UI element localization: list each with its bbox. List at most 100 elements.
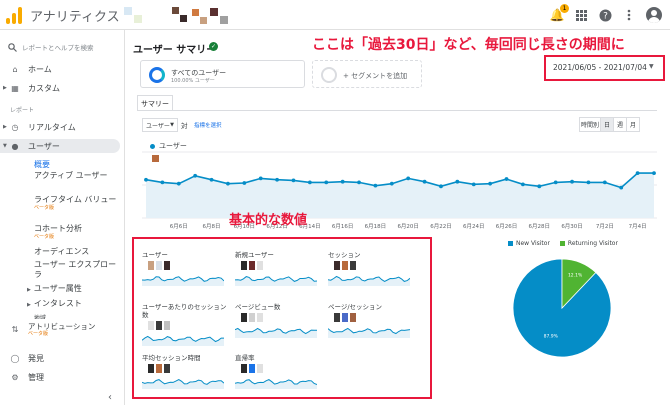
metric-tile[interactable]: 平均セッション時間 — [141, 354, 232, 391]
tab-summary[interactable]: サマリー — [137, 95, 173, 111]
sidebar-search[interactable]: レポートとヘルプを検索 — [8, 40, 120, 54]
date-range-picker[interactable]: 2021/06/05 - 2021/07/04 — [553, 63, 647, 72]
users-data-point[interactable] — [553, 180, 558, 185]
metric-select[interactable]: ユーザー ▼ — [142, 118, 178, 132]
sidebar-item-interests[interactable]: ▶ インタレスト — [27, 299, 122, 310]
help-icon[interactable]: ? — [598, 8, 612, 22]
metric-tile[interactable]: ユーザー — [141, 251, 232, 288]
users-data-point[interactable] — [340, 179, 345, 184]
gear-icon: ⚙ — [11, 372, 19, 382]
users-data-point[interactable] — [471, 182, 476, 187]
users-data-point[interactable] — [602, 180, 607, 185]
more-vert-icon[interactable] — [622, 8, 636, 22]
metric-sparkline — [141, 379, 225, 389]
app-name[interactable]: アナリティクス — [30, 6, 120, 25]
sidebar-item-active-users[interactable]: アクティブ ユーザー — [34, 171, 122, 181]
sidebar-item-home[interactable]: ⌂ ホーム — [0, 62, 124, 76]
granularity-week[interactable]: 週 — [613, 117, 627, 132]
pie-legend: New Visitor Returning Visitor — [508, 240, 618, 247]
metric-tile[interactable]: 新規ユーザー — [234, 251, 325, 288]
sidebar-item-audiences[interactable]: オーディエンス — [34, 247, 122, 257]
metric-tile[interactable]: ページビュー数 — [234, 303, 325, 340]
account-avatar[interactable] — [646, 7, 662, 23]
sidebar-item-lifetime-value[interactable]: ライフタイム バリュー ベータ版 — [34, 195, 122, 211]
notifications-bell-icon[interactable]: 🔔 1 — [550, 4, 569, 22]
metric-sparkline — [234, 379, 318, 389]
metric-tile-label: 直帰率 — [235, 354, 255, 362]
users-data-point[interactable] — [389, 181, 394, 186]
metric-sparkline — [234, 327, 318, 338]
annotation-date-range: ここは「過去30日」など、毎回同じ長さの期間に — [312, 37, 625, 53]
analytics-logo-icon[interactable] — [6, 6, 24, 24]
users-data-point[interactable] — [291, 178, 296, 183]
metric-tile[interactable]: ページ/セッション — [327, 303, 418, 340]
sidebar-item-user-explorer[interactable]: ユーザー エクスプローラ — [34, 260, 122, 280]
x-tick-label: 6月26日 — [496, 223, 517, 230]
vs-label: 対 — [181, 122, 188, 130]
apps-grid-icon[interactable] — [574, 8, 588, 22]
users-data-point[interactable] — [504, 177, 509, 181]
x-tick-label: 7月4日 — [629, 223, 647, 230]
users-data-point[interactable] — [406, 176, 411, 181]
segment-all-users[interactable]: すべてのユーザー 100.00% ユーザー — [140, 60, 305, 88]
sidebar-item-geo[interactable]: ▶地域 — [34, 314, 122, 319]
sidebar-item-admin[interactable]: ⚙ 管理 — [0, 370, 124, 384]
home-icon: ⌂ — [12, 64, 18, 74]
sidebar-item-audience[interactable]: ▼ ● ユーザー — [0, 139, 120, 153]
users-data-point[interactable] — [193, 173, 198, 178]
collapse-sidebar-icon[interactable]: ‹ — [108, 392, 112, 403]
metric-value-redacted — [235, 313, 325, 323]
users-data-point[interactable] — [160, 180, 165, 185]
users-data-point[interactable] — [652, 171, 656, 176]
users-data-point[interactable] — [455, 179, 460, 184]
users-data-point[interactable] — [635, 171, 640, 176]
users-data-point[interactable] — [521, 182, 525, 187]
metric-value-redacted — [235, 364, 325, 374]
sidebar-item-realtime[interactable]: ▶ ◷ リアルタイム — [0, 120, 124, 134]
users-data-point[interactable] — [422, 179, 427, 184]
page-title: ユーザー サマリー — [133, 45, 217, 56]
users-data-point[interactable] — [488, 181, 493, 186]
users-data-point[interactable] — [570, 179, 574, 184]
users-data-point[interactable] — [619, 185, 624, 190]
users-data-point[interactable] — [324, 180, 329, 185]
users-data-point[interactable] — [275, 177, 279, 182]
users-data-point[interactable] — [537, 184, 542, 189]
users-data-point[interactable] — [357, 180, 361, 185]
users-data-point[interactable] — [209, 177, 214, 182]
metric-tile[interactable]: ユーザーあたりのセッション数 — [141, 303, 232, 348]
sidebar-item-custom[interactable]: ▶ ▦ カスタム — [0, 81, 124, 95]
users-data-point[interactable] — [176, 181, 181, 186]
granularity-month[interactable]: 月 — [626, 117, 640, 132]
sidebar-item-attribution[interactable]: ⇅ アトリビューション ベータ版 — [0, 322, 124, 346]
users-area-fill — [146, 173, 654, 218]
chevron-down-icon[interactable]: ▼ — [649, 63, 654, 70]
sparkline-area — [142, 379, 224, 389]
users-data-point[interactable] — [144, 177, 148, 182]
users-data-point[interactable] — [226, 181, 230, 186]
pick-metric-link[interactable]: 指標を選択 — [194, 121, 222, 129]
users-data-point[interactable] — [307, 180, 312, 185]
caret-down-icon: ▼ — [3, 143, 7, 149]
add-segment-button[interactable]: + セグメントを追加 — [312, 60, 422, 88]
account-selector-redacted[interactable] — [118, 5, 248, 25]
legend-new-visitor[interactable]: New Visitor — [508, 240, 550, 247]
sidebar-item-discover[interactable]: ◯ 発見 — [0, 351, 124, 365]
legend-returning-visitor[interactable]: Returning Visitor — [559, 240, 618, 247]
users-line-chart: 6月6日 6月8日 6月10日 6月12日 6月14日 6月16日 6月18日 6月20日 6月… — [142, 151, 657, 230]
sparkline-area — [142, 336, 224, 346]
users-data-point[interactable] — [373, 183, 378, 188]
metric-tile[interactable]: 直帰率 — [234, 354, 325, 391]
metric-tile[interactable]: セッション — [327, 251, 418, 288]
sidebar-item-user-attributes[interactable]: ▶ ユーザー属性 — [27, 284, 122, 295]
users-data-point[interactable] — [586, 180, 591, 185]
users-data-point[interactable] — [258, 176, 263, 181]
x-tick-label: 6月28日 — [529, 223, 551, 230]
users-data-point[interactable] — [242, 181, 247, 185]
granularity-hourly[interactable]: 時間別 — [579, 117, 601, 132]
granularity-day[interactable]: 日 — [600, 117, 614, 132]
users-data-point[interactable] — [439, 184, 443, 189]
sidebar-item-cohort[interactable]: コホート分析 ベータ版 — [34, 224, 122, 240]
metric-value-redacted — [235, 261, 325, 271]
sidebar-item-overview[interactable]: 概要 — [34, 160, 122, 170]
